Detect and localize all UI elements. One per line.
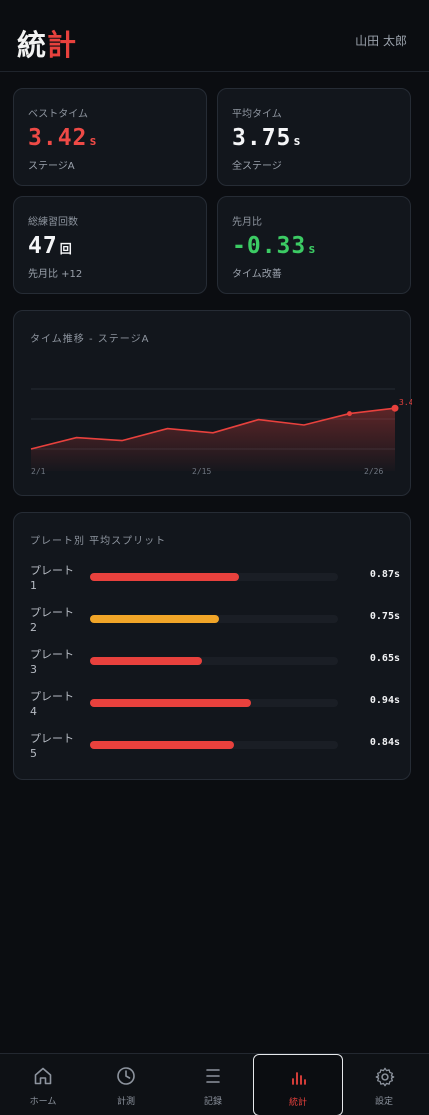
bottom-nav: ホーム 計測 記録 統計 設定: [0, 1053, 429, 1115]
split-bar-fill: [90, 657, 202, 665]
split-label: プレート 1: [30, 564, 74, 592]
split-bar-fill: [90, 699, 252, 707]
split-bar-fill: [90, 741, 234, 749]
stat-sub: 全ステージ: [232, 161, 282, 172]
stat-card-average-time: 平均タイム 3.75 s 全ステージ: [217, 88, 411, 186]
split-row: プレート 2 0.75s: [30, 605, 400, 641]
split-row: プレート 4 0.94s: [30, 689, 400, 725]
split-row: プレート 3 0.65s: [30, 647, 400, 683]
list-icon: [206, 1069, 220, 1083]
stat-card-month-compare: 先月比 -0.33 s タイム改善: [217, 196, 411, 294]
trend-point: [347, 411, 352, 417]
nav-item-stats[interactable]: 統計: [253, 1054, 343, 1115]
page-title-part2: 計: [47, 28, 78, 62]
stat-sub: タイム改善: [232, 269, 282, 280]
split-bar-track: [90, 573, 338, 581]
gear-icon: [375, 1067, 395, 1087]
x-tick-label: 2/26: [364, 467, 383, 476]
split-value: 0.65s: [369, 653, 400, 664]
split-label: プレート 4: [30, 690, 74, 718]
stat-value: 3.75 s: [232, 125, 302, 151]
split-label: プレート 2: [30, 606, 74, 634]
split-row: プレート 1 0.87s: [30, 563, 400, 599]
home-icon: [34, 1067, 52, 1085]
trend-area: [31, 408, 395, 471]
split-bar-fill: [90, 573, 239, 581]
nav-item-records[interactable]: 記録: [170, 1054, 256, 1115]
split-label: プレート 3: [30, 648, 74, 676]
stat-label: 総練習回数: [28, 217, 78, 228]
user-name[interactable]: 山田 太郎: [355, 32, 407, 49]
x-tick-label: 2/1: [31, 467, 46, 476]
split-bar-track: [90, 699, 338, 707]
page-title: 統計: [17, 22, 77, 64]
bar-chart-icon: [292, 1072, 306, 1085]
split-label: プレート 5: [30, 732, 74, 760]
split-value: 0.94s: [369, 695, 400, 706]
stat-value: -0.33 s: [232, 233, 317, 259]
clock-icon: [117, 1067, 135, 1085]
plate-split-title: プレート別 平均スプリット: [30, 536, 167, 547]
nav-label: 統計: [288, 1098, 307, 1108]
nav-item-measure[interactable]: 計測: [83, 1054, 169, 1115]
nav-label: 設定: [374, 1097, 393, 1107]
stat-label: ベストタイム: [28, 109, 88, 120]
split-bar-fill: [90, 615, 219, 623]
nav-item-settings[interactable]: 設定: [341, 1054, 427, 1115]
trend-chart-card: タイム推移 - ステージA 3.42 2/1 2/15 2/26: [13, 310, 412, 496]
plate-split-card: プレート別 平均スプリット プレート 1 0.87s プレート 2 0.75s …: [13, 512, 411, 780]
x-tick-label: 2/15: [192, 467, 211, 476]
trend-chart: 3.42 2/1 2/15 2/26: [30, 388, 412, 476]
trend-end-point[interactable]: [391, 404, 399, 412]
stat-sub: 先月比 +12: [28, 269, 83, 280]
stat-value: 3.42 s: [28, 125, 98, 151]
split-bar-track: [90, 615, 338, 623]
nav-label: 記録: [203, 1097, 222, 1107]
stat-card-best-time: ベストタイム 3.42 s ステージA: [13, 88, 207, 186]
stat-card-total-practice: 総練習回数 47 回 先月比 +12: [13, 196, 207, 294]
stat-label: 平均タイム: [232, 109, 282, 120]
stat-sub: ステージA: [28, 161, 75, 172]
split-bar-track: [90, 657, 338, 665]
split-value: 0.75s: [369, 611, 400, 622]
trend-end-label: 3.42: [399, 398, 412, 407]
nav-item-home[interactable]: ホーム: [0, 1054, 86, 1115]
nav-label: ホーム: [29, 1097, 57, 1107]
split-bar-track: [90, 741, 338, 749]
page-title-part1: 統: [17, 28, 48, 62]
nav-label: 計測: [116, 1097, 135, 1107]
stat-label: 先月比: [232, 217, 262, 228]
split-value: 0.84s: [369, 737, 400, 748]
stat-value: 47 回: [28, 233, 73, 259]
app-header: 統計 山田 太郎: [0, 0, 429, 72]
split-row: プレート 5 0.84s: [30, 731, 400, 767]
split-value: 0.87s: [369, 569, 400, 580]
